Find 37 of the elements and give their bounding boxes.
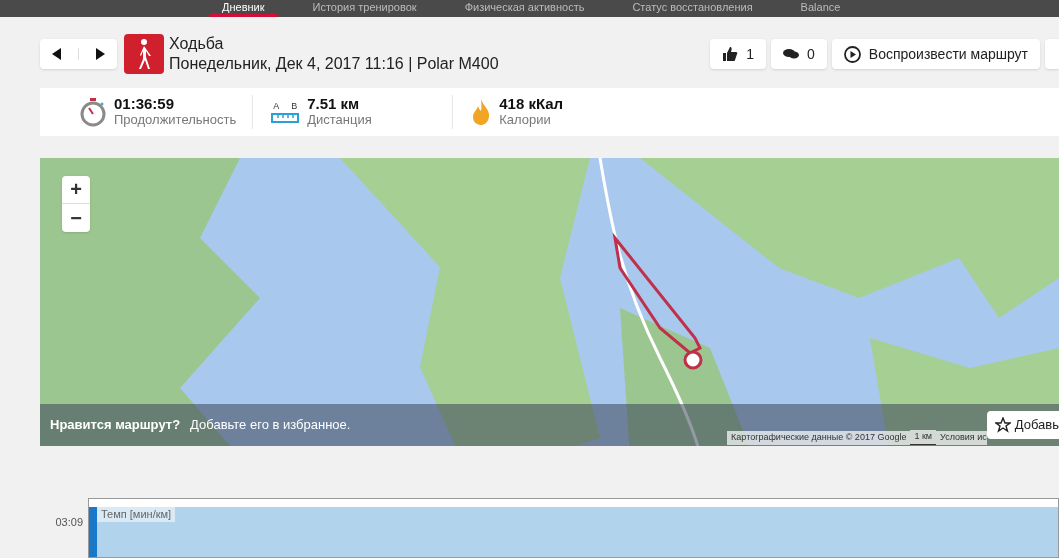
stat-label: Дистанция — [307, 111, 372, 128]
stat-value: 7.51 км — [307, 95, 361, 112]
pace-bar — [89, 507, 97, 557]
sport-title: Ходьба — [169, 34, 225, 55]
add-favorite-button[interactable]: Добавь — [986, 411, 1059, 439]
axis-tick-label: 03:09 — [54, 515, 84, 530]
stat-label: Продолжительность — [114, 111, 237, 128]
star-icon — [994, 417, 1011, 433]
ruler-icon — [271, 113, 300, 124]
banner-text: Добавьте его в избранное. — [190, 416, 351, 435]
comment-button[interactable]: 0 — [771, 39, 827, 70]
start-marker: A — [273, 99, 280, 113]
flame-icon — [471, 97, 492, 126]
chart-legend: Темп [мин/км] — [97, 506, 176, 523]
nav-tab[interactable]: Физическая активность — [452, 0, 597, 14]
session-subtitle: Понедельник, Дек 4, 2017 11:16 | Polar M400 — [169, 54, 499, 75]
stat-value: 01:36:59 — [114, 95, 176, 112]
end-marker: B — [291, 99, 298, 113]
replay-route-button[interactable]: Воспроизвести маршрут — [831, 39, 1040, 70]
previous-icon — [52, 48, 62, 61]
nav-tab[interactable]: История тренировок — [300, 0, 429, 14]
play-circle-icon — [843, 45, 861, 63]
zoom-in-button[interactable]: + — [62, 175, 90, 204]
map-attribution: Картографические данные © 2017 Google — [727, 431, 911, 445]
map-scale: 1 км — [910, 430, 937, 445]
stat-value: 418 кКал — [499, 95, 564, 112]
nav-tab[interactable]: Дневник — [210, 0, 277, 17]
nav-tab[interactable]: Balance — [788, 0, 853, 14]
like-button[interactable]: 1 — [710, 39, 766, 70]
zoom-out-button[interactable]: − — [62, 203, 90, 232]
next-icon — [95, 48, 105, 61]
stat-label: Калории — [499, 111, 552, 128]
map-terms: Условия ис — [936, 431, 987, 445]
banner-question: Нравится маршрут? — [50, 416, 181, 435]
nav-tab[interactable]: Статус восстановления — [620, 0, 765, 14]
thumbs-up-icon — [722, 46, 739, 63]
stopwatch-icon — [80, 96, 106, 127]
